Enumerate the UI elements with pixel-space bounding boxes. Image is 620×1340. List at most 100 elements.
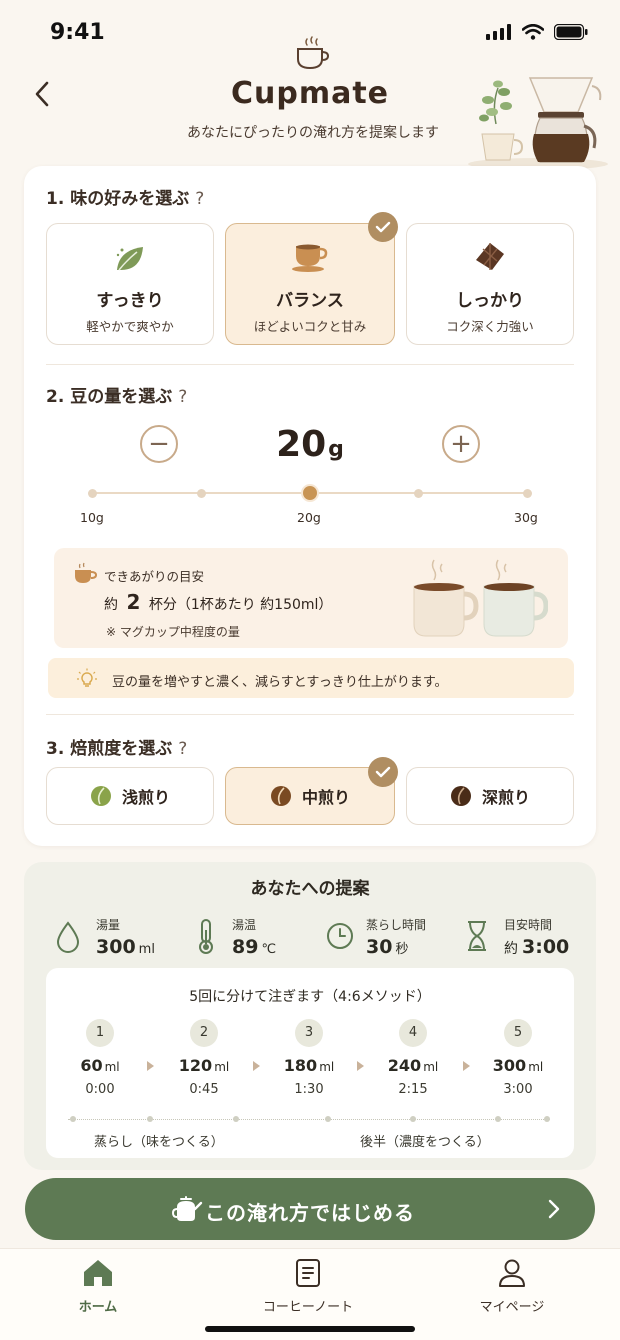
step-arrow-icon — [253, 1061, 260, 1071]
step-volume: 120 ml — [178, 1056, 230, 1075]
yield-label: できあがりの目安 — [104, 569, 205, 584]
chevron-right-icon — [548, 1199, 560, 1219]
signal-icon — [486, 24, 511, 40]
timeline-dot — [495, 1116, 501, 1122]
slider-mid-label: 20g — [297, 510, 321, 525]
pour-method-title: 5回に分けて注ぎます（4:6メソッド） — [189, 989, 431, 1005]
decrease-button[interactable]: − — [140, 425, 178, 463]
coffee-cup-icon — [292, 244, 328, 272]
phase-label: 蒸らし（味をつくる） — [94, 1135, 224, 1150]
tab-home[interactable]: ホーム — [18, 1258, 178, 1315]
taste-option-label: しっかり — [456, 291, 524, 311]
step-time: 3:00 — [503, 1082, 533, 1097]
timeline-dot — [233, 1116, 239, 1122]
metric-label: 湯温 — [232, 918, 257, 932]
timeline-dot — [544, 1116, 550, 1122]
coffee-bean-icon — [270, 786, 291, 806]
step-time: 2:15 — [398, 1082, 428, 1097]
mug-illustration — [413, 559, 548, 637]
notebook-icon — [296, 1259, 320, 1287]
beans-section-title: 2. 豆の量を選ぶ? — [46, 387, 188, 407]
battery-icon — [554, 24, 588, 40]
coffee-bean-icon — [450, 786, 471, 806]
tab-label: コーヒーノート — [262, 1300, 354, 1315]
taste-option-strong[interactable]: しっかり コク深く力強い — [406, 223, 574, 345]
user-icon — [499, 1259, 525, 1287]
timeline-dot — [410, 1116, 416, 1122]
home-icon — [84, 1260, 112, 1286]
metric-value-temp: 89 ℃ — [232, 936, 277, 958]
metric-value-total-time: 約 3:00 — [504, 936, 570, 958]
roast-option-light[interactable]: 浅煎り — [46, 767, 214, 825]
taste-option-desc: 軽やかで爽やか — [86, 319, 174, 334]
coffee-steam-cup-icon — [297, 36, 330, 70]
metric-value-water: 300 ml — [96, 936, 155, 958]
coffee-bean-icon — [90, 786, 111, 806]
lightbulb-icon — [77, 668, 97, 687]
start-brewing-label: この淹れ方ではじめる — [205, 1201, 415, 1225]
timeline-dot — [325, 1116, 331, 1122]
step-volume: 180 ml — [283, 1056, 335, 1075]
section-divider — [46, 364, 574, 365]
step-number: 5 — [504, 1019, 532, 1047]
roast-section-title: 3. 焙煎度を選ぶ? — [46, 739, 188, 759]
roast-option-dark[interactable]: 深煎り — [406, 767, 574, 825]
roast-option-label: 深煎り — [481, 788, 530, 807]
minus-icon: − — [148, 429, 170, 459]
step-volume: 60 ml — [80, 1056, 120, 1075]
taste-option-desc: ほどよいコクと甘み — [253, 319, 367, 334]
timeline-dot — [147, 1116, 153, 1122]
coffee-dripper-illustration — [468, 77, 608, 170]
clock-icon — [327, 923, 353, 949]
tab-label: ホーム — [78, 1300, 118, 1315]
hourglass-icon — [468, 921, 486, 951]
step-arrow-icon — [147, 1061, 154, 1071]
help-icon[interactable]: ? — [178, 387, 187, 407]
slider-tick — [414, 489, 423, 498]
help-icon[interactable]: ? — [178, 739, 187, 759]
metric-label: 湯量 — [96, 918, 121, 932]
metric-value-bloom: 30 秒 — [366, 936, 409, 958]
metric-label: 蒸らし時間 — [366, 918, 427, 932]
bean-amount-value: 20 — [276, 424, 327, 465]
taste-option-label: バランス — [276, 291, 344, 311]
help-icon[interactable]: ? — [195, 189, 204, 209]
yield-note: ※ マグカップ中程度の量 — [106, 625, 240, 639]
selected-check-badge — [368, 212, 398, 242]
taste-option-light[interactable]: すっきり 軽やかで爽やか — [46, 223, 214, 345]
step-volume: 240 ml — [387, 1056, 439, 1075]
slider-min-label: 10g — [80, 510, 104, 525]
slider-thumb[interactable] — [301, 484, 319, 502]
step-time: 0:00 — [85, 1082, 115, 1097]
step-time: 0:45 — [189, 1082, 219, 1097]
slider-tick — [88, 489, 97, 498]
taste-option-label: すっきり — [96, 291, 164, 311]
yield-value: 約 2 杯分（1杯あたり 約150ml） — [104, 590, 333, 614]
tab-my-page[interactable]: マイページ — [432, 1258, 592, 1315]
coffee-cup-icon — [75, 562, 98, 583]
step-number: 1 — [86, 1019, 114, 1047]
yield-cups: 2 — [126, 590, 141, 614]
water-drop-icon — [56, 921, 80, 953]
wifi-icon — [522, 24, 544, 40]
slider-tick — [523, 489, 532, 498]
selected-check-badge — [368, 757, 398, 787]
taste-section-title: 1. 味の好みを選ぶ? — [46, 189, 205, 209]
plus-icon: + — [450, 429, 472, 459]
checkmark-icon — [375, 221, 391, 233]
step-number: 3 — [295, 1019, 323, 1047]
bean-amount-display: 20g — [260, 424, 360, 465]
step-time: 1:30 — [294, 1082, 324, 1097]
step-volume: 300 ml — [492, 1056, 544, 1075]
taste-option-desc: コク深く力強い — [446, 319, 534, 334]
tab-coffee-note[interactable]: コーヒーノート — [228, 1258, 388, 1315]
suggestion-title: あなたへの提案 — [250, 879, 370, 899]
increase-button[interactable]: + — [442, 425, 480, 463]
start-brewing-button[interactable]: この淹れ方ではじめる — [25, 1178, 595, 1240]
chocolate-icon — [476, 243, 504, 270]
slider-tick — [197, 489, 206, 498]
taste-option-balance[interactable]: バランス ほどよいコクと甘み — [225, 223, 395, 345]
timeline-line — [68, 1119, 550, 1120]
section-divider — [46, 714, 574, 715]
phase-label: 後半（濃度をつくる） — [360, 1135, 490, 1150]
